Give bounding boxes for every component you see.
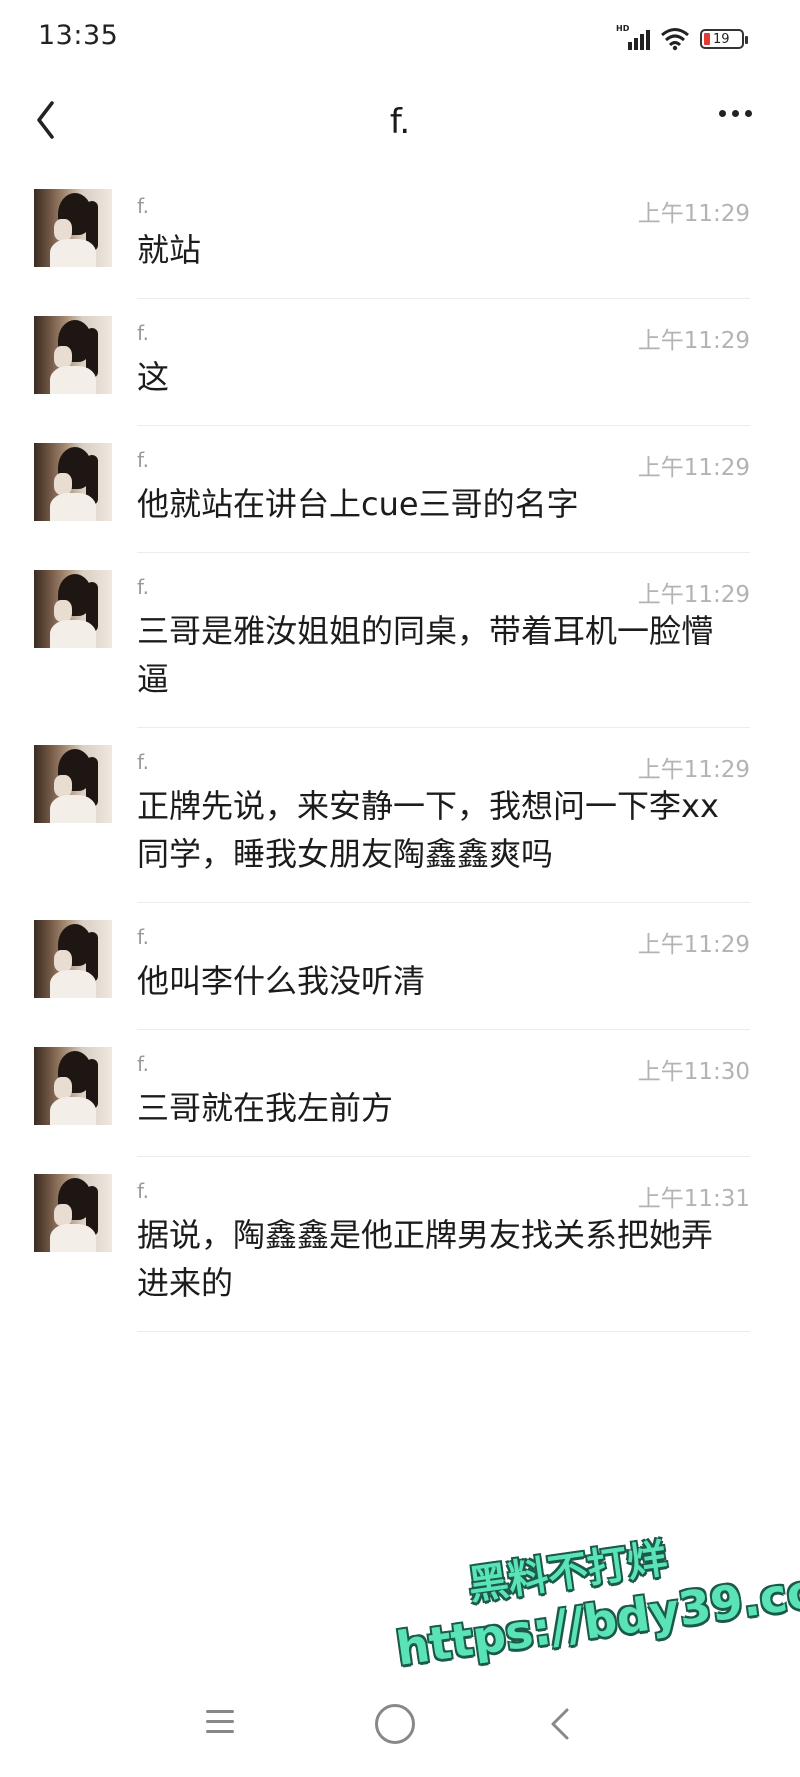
sender-name: f. (137, 1179, 149, 1203)
message-item[interactable]: f. 上午11:31 据说，陶鑫鑫是他正牌男友找关系把她弄进来的 (0, 1157, 800, 1332)
status-icons: HD 19 (616, 24, 748, 54)
avatar[interactable] (34, 443, 112, 521)
message-content: f. 上午11:29 他就站在讲台上cue三哥的名字 (137, 426, 750, 553)
message-content: f. 上午11:29 三哥是雅汝姐姐的同桌，带着耳机一脸懵逼 (137, 553, 750, 728)
message-text: 据说，陶鑫鑫是他正牌男友找关系把她弄进来的 (137, 1216, 714, 1302)
message-text: 他叫李什么我没听清 (137, 962, 426, 1000)
sender-name: f. (137, 194, 149, 218)
message-content: f. 上午11:31 据说，陶鑫鑫是他正牌男友找关系把她弄进来的 (137, 1157, 750, 1332)
battery-icon: 19 (700, 29, 748, 49)
message-time: 上午11:29 (637, 757, 750, 783)
sender-name: f. (137, 1052, 149, 1076)
status-bar: 13:35 HD 19 (0, 0, 800, 80)
message-list[interactable]: f. 上午11:29 就站 f. 上午11:29 这 f. 上午11:29 他就站在讲台上cue… (0, 172, 800, 1332)
message-text: 他就站在讲台上cue三哥的名字 (137, 485, 579, 523)
message-header: f. 上午11:31 (137, 1179, 750, 1212)
message-header: f. 上午11:29 (137, 750, 750, 783)
battery-level: 19 (713, 31, 730, 47)
chat-title: f. (389, 102, 411, 142)
status-time: 13:35 (38, 20, 119, 51)
message-time: 上午11:31 (637, 1186, 750, 1212)
wifi-icon (660, 27, 690, 51)
sender-name: f. (137, 750, 149, 774)
more-horizontal-icon[interactable] (719, 110, 752, 117)
message-time: 上午11:30 (637, 1059, 750, 1085)
message-time: 上午11:29 (637, 328, 750, 354)
message-header: f. 上午11:29 (137, 448, 750, 481)
message-time: 上午11:29 (637, 201, 750, 227)
avatar[interactable] (34, 316, 112, 394)
message-text: 三哥是雅汝姐姐的同桌，带着耳机一脸懵逼 (137, 612, 714, 698)
sender-name: f. (137, 321, 149, 345)
message-text: 这 (137, 358, 170, 396)
message-header: f. 上午11:30 (137, 1052, 750, 1085)
back-icon[interactable] (545, 1704, 575, 1748)
sender-name: f. (137, 925, 149, 949)
message-content: f. 上午11:29 他叫李什么我没听清 (137, 903, 750, 1030)
chat-header: f. (0, 80, 800, 170)
message-item[interactable]: f. 上午11:29 他叫李什么我没听清 (0, 903, 800, 1030)
message-item[interactable]: f. 上午11:29 他就站在讲台上cue三哥的名字 (0, 426, 800, 553)
message-header: f. 上午11:29 (137, 575, 750, 608)
message-item[interactable]: f. 上午11:29 正牌先说，来安静一下，我想问一下李xx同学，睡我女朋友陶鑫鑫爽… (0, 728, 800, 903)
message-content: f. 上午11:30 三哥就在我左前方 (137, 1030, 750, 1157)
avatar[interactable] (34, 189, 112, 267)
system-nav-bar (0, 1670, 800, 1777)
message-header: f. 上午11:29 (137, 194, 750, 227)
message-content: f. 上午11:29 正牌先说，来安静一下，我想问一下李xx同学，睡我女朋友陶鑫鑫爽… (137, 728, 750, 903)
message-text: 正牌先说，来安静一下，我想问一下李xx同学，睡我女朋友陶鑫鑫爽吗 (137, 787, 719, 873)
hd-badge: HD (616, 24, 630, 33)
sender-name: f. (137, 575, 149, 599)
message-text: 三哥就在我左前方 (137, 1089, 394, 1127)
message-content: f. 上午11:29 就站 (137, 172, 750, 299)
avatar[interactable] (34, 1047, 112, 1125)
sender-name: f. (137, 448, 149, 472)
message-content: f. 上午11:29 这 (137, 299, 750, 426)
avatar[interactable] (34, 745, 112, 823)
avatar[interactable] (34, 570, 112, 648)
menu-icon[interactable] (206, 1710, 234, 1740)
message-item[interactable]: f. 上午11:29 这 (0, 299, 800, 426)
message-text: 就站 (137, 231, 202, 269)
message-time: 上午11:29 (637, 455, 750, 481)
message-header: f. 上午11:29 (137, 925, 750, 958)
message-time: 上午11:29 (637, 582, 750, 608)
avatar[interactable] (34, 1174, 112, 1252)
avatar[interactable] (34, 920, 112, 998)
message-item[interactable]: f. 上午11:29 就站 (0, 172, 800, 299)
signal-icon: HD (616, 24, 650, 50)
message-time: 上午11:29 (637, 932, 750, 958)
message-item[interactable]: f. 上午11:29 三哥是雅汝姐姐的同桌，带着耳机一脸懵逼 (0, 553, 800, 728)
message-header: f. 上午11:29 (137, 321, 750, 354)
battery-fill (704, 33, 710, 45)
message-item[interactable]: f. 上午11:30 三哥就在我左前方 (0, 1030, 800, 1157)
